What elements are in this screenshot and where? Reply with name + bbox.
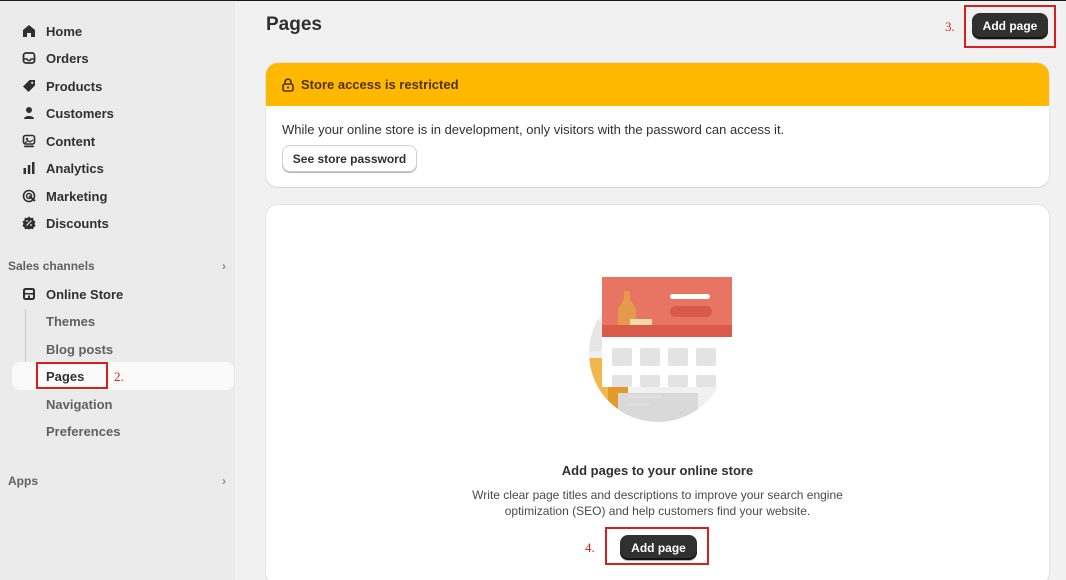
annotation-box-step-2 (36, 362, 108, 389)
subitem-label: Navigation (46, 396, 113, 412)
tag-icon (22, 79, 36, 93)
sidebar-item-customers[interactable]: Customers (8, 100, 234, 126)
inbox-icon (22, 51, 36, 65)
discount-icon (22, 216, 36, 230)
sidebar-item-label: Discounts (46, 215, 109, 231)
sidebar-item-label: Marketing (46, 188, 108, 204)
target-icon (22, 189, 36, 203)
sidebar-item-home[interactable]: Home (8, 18, 234, 44)
empty-state-illustration (589, 277, 732, 422)
sidebar-item-marketing[interactable]: Marketing (8, 183, 234, 209)
banner-title: Store access is restricted (301, 77, 459, 92)
home-icon (22, 24, 36, 38)
add-page-button[interactable]: Add page (972, 13, 1048, 39)
pages-empty-state: Add pages to your online store Write cle… (266, 205, 1049, 580)
sales-channels-section[interactable]: Sales channels › (8, 256, 228, 276)
sidebar-subitem-themes[interactable]: Themes (46, 310, 95, 332)
bar-chart-icon (22, 161, 36, 175)
sidebar-item-content[interactable]: Content (8, 128, 234, 154)
section-label: Apps (8, 474, 38, 488)
annotation-label-step-2: 2. (114, 369, 124, 384)
person-icon (22, 106, 36, 120)
annotation-label-step-3: 3. (945, 19, 955, 34)
sidebar-item-label: Online Store (46, 286, 124, 302)
sidebar-subitem-preferences[interactable]: Preferences (46, 420, 120, 442)
sidebar-item-label: Home (46, 23, 83, 39)
empty-state-title: Add pages to your online store (561, 463, 754, 478)
sidebar-item-online-store[interactable]: Online Store (8, 281, 234, 307)
sidebar-item-label: Products (46, 78, 103, 94)
sidebar-item-label: Orders (46, 50, 89, 66)
sidebar-item-analytics[interactable]: Analytics (8, 155, 234, 181)
sidebar-subitem-blog-posts[interactable]: Blog posts (46, 338, 113, 360)
sidebar-subitem-navigation[interactable]: Navigation (46, 393, 112, 415)
empty-state-add-page-button[interactable]: Add page (620, 535, 697, 560)
sidebar-item-label: Analytics (46, 160, 104, 176)
apps-section[interactable]: Apps › (8, 471, 228, 491)
lock-icon (281, 77, 295, 92)
see-store-password-button[interactable]: See store password (282, 145, 417, 172)
store-icon (22, 287, 36, 301)
subitem-label: Themes (46, 313, 96, 329)
subitem-label: Preferences (46, 423, 121, 439)
sidebar: Home Orders Products Customers Content A… (0, 1, 235, 580)
subitem-label: Blog posts (46, 341, 114, 357)
sidebar-item-label: Content (46, 133, 96, 149)
content-icon (22, 134, 36, 148)
sidebar-item-label: Customers (46, 105, 114, 121)
annotation-label-step-4: 4. (585, 540, 595, 555)
banner-message: While your online store is in developmen… (282, 122, 785, 137)
banner-header: Store access is restricted (266, 63, 1049, 106)
chevron-right-icon: › (222, 259, 226, 273)
empty-state-description: Write clear page titles and descriptions… (472, 488, 843, 518)
chevron-right-icon: › (222, 474, 226, 488)
sidebar-item-discounts[interactable]: Discounts (8, 210, 234, 236)
page-title: Pages (266, 14, 322, 35)
store-restricted-banner: Store access is restricted While your on… (266, 63, 1049, 187)
sidebar-item-products[interactable]: Products (8, 73, 234, 99)
section-label: Sales channels (8, 259, 95, 273)
sidebar-item-orders[interactable]: Orders (8, 45, 234, 71)
